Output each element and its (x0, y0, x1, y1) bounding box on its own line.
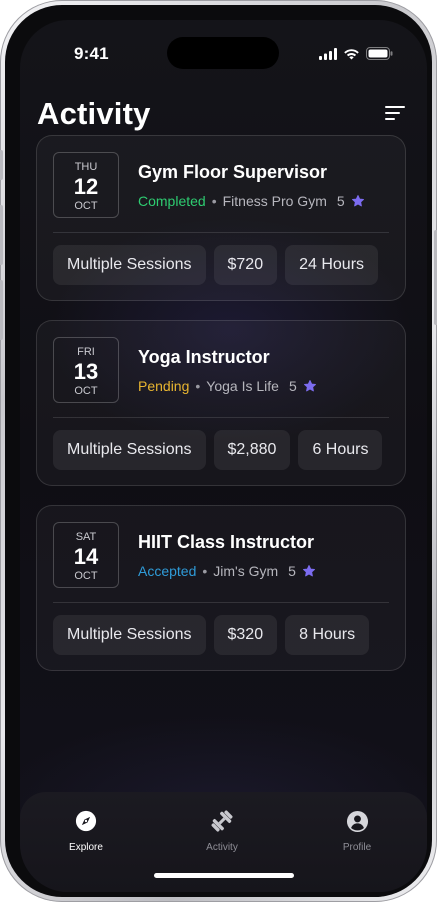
pay-chip[interactable]: $720 (213, 245, 278, 285)
battery-icon (366, 47, 393, 65)
job-meta: Accepted • Jim's Gym 5 (138, 563, 316, 579)
status-time: 9:41 (74, 44, 109, 63)
side-button (0, 150, 3, 180)
chip-row: Multiple Sessions $720 24 Hours (53, 245, 379, 285)
dynamic-island (167, 37, 279, 69)
side-button (0, 280, 3, 340)
job-meta: Completed • Fitness Pro Gym 5 (138, 193, 365, 209)
star-icon (302, 564, 316, 578)
job-meta: Pending • Yoga Is Life 5 (138, 378, 317, 394)
wifi-icon (343, 47, 360, 65)
tab-label: Explore (69, 842, 103, 853)
status-bar: 9:41 (20, 20, 427, 76)
rating-value: 5 (288, 563, 296, 579)
user-icon (312, 809, 402, 833)
job-title: Gym Floor Supervisor (138, 162, 328, 182)
rating-value: 5 (288, 378, 297, 394)
phone-bezel: 9:41 Activity THU 12 OCT Gym Floor Super… (5, 5, 432, 897)
date-weekday: FRI (77, 346, 95, 358)
date-badge: FRI 13 OCT (53, 337, 119, 403)
hours-chip[interactable]: 8 Hours (285, 615, 370, 655)
date-weekday: THU (74, 161, 98, 173)
star-icon (303, 379, 317, 393)
separator-dot: • (202, 563, 208, 579)
card-divider (53, 232, 389, 233)
screen: 9:41 Activity THU 12 OCT Gym Floor Super… (20, 20, 427, 892)
date-month: OCT (74, 385, 98, 397)
cellular-signal-icon (319, 47, 337, 65)
tab-activity[interactable]: Activity (177, 809, 267, 853)
tab-label: Profile (342, 842, 372, 853)
card-divider (53, 417, 389, 418)
tab-label: Activity (206, 842, 238, 853)
chip-row: Multiple Sessions $320 8 Hours (53, 615, 370, 655)
sessions-chip[interactable]: Multiple Sessions (53, 245, 206, 285)
tab-explore[interactable]: Explore (41, 809, 131, 853)
compass-icon (41, 809, 131, 833)
sessions-chip[interactable]: Multiple Sessions (53, 430, 206, 470)
dumbbell-icon (177, 809, 267, 833)
job-title: HIIT Class Instructor (138, 532, 315, 552)
sessions-chip[interactable]: Multiple Sessions (53, 615, 206, 655)
star-icon (351, 194, 365, 208)
activity-card[interactable]: FRI 13 OCT Yoga Instructor Pending • Yog… (36, 320, 406, 486)
page-title: Activity (37, 96, 151, 131)
pay-chip[interactable]: $2,880 (213, 430, 291, 470)
date-badge: THU 12 OCT (53, 152, 119, 218)
date-month: OCT (74, 200, 98, 212)
gym-name: Yoga Is Life (206, 378, 279, 394)
status-icons (319, 47, 393, 65)
status-label: Pending (138, 378, 190, 394)
gym-name: Fitness Pro Gym (222, 193, 327, 209)
filter-button[interactable] (383, 103, 407, 123)
hours-chip[interactable]: 6 Hours (298, 430, 383, 470)
side-button (0, 205, 3, 265)
chip-row: Multiple Sessions $2,880 6 Hours (53, 430, 383, 470)
date-badge: SAT 14 OCT (53, 522, 119, 588)
home-indicator[interactable] (154, 873, 294, 878)
status-label: Accepted (138, 563, 197, 579)
rating-value: 5 (336, 193, 345, 209)
card-divider (53, 602, 389, 603)
gym-name: Jim's Gym (213, 563, 279, 579)
separator-dot: • (211, 193, 217, 209)
hours-chip[interactable]: 24 Hours (285, 245, 379, 285)
pay-chip[interactable]: $320 (213, 615, 278, 655)
status-label: Completed (138, 193, 206, 209)
date-weekday: SAT (75, 531, 97, 543)
activity-card[interactable]: SAT 14 OCT HIIT Class Instructor Accepte… (36, 505, 406, 671)
job-title: Yoga Instructor (138, 347, 270, 367)
date-day: 13 (73, 359, 99, 384)
date-day: 12 (73, 174, 99, 199)
filter-lines-icon (383, 106, 407, 127)
date-month: OCT (74, 570, 98, 582)
activity-card[interactable]: THU 12 OCT Gym Floor Supervisor Complete… (36, 135, 406, 301)
separator-dot: • (195, 378, 201, 394)
tab-profile[interactable]: Profile (312, 809, 402, 853)
date-day: 14 (73, 544, 99, 569)
